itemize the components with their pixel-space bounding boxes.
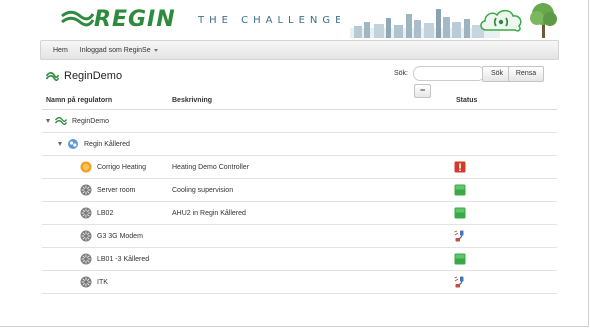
column-header-description[interactable]: Beskrivning <box>172 97 212 104</box>
alarm-status-icon[interactable] <box>454 161 466 173</box>
controller-icon <box>80 276 92 288</box>
tree-row-location[interactable]: Regin Kållered <box>42 133 557 156</box>
controller-icon <box>80 253 92 265</box>
corrigo-icon <box>80 161 92 173</box>
controller-name: Corrigo Heating <box>97 163 147 171</box>
controller-name: ITK <box>97 278 108 286</box>
tree-image <box>530 3 557 38</box>
regin-waves-icon <box>61 10 94 27</box>
column-header-name[interactable]: Namn på regulatorn <box>46 97 112 104</box>
table-row[interactable]: LB02 AHU2 in Regin Kållered <box>42 202 557 225</box>
tagline: THE CHALLENGER <box>198 15 359 26</box>
table-row[interactable]: LB01 -3 Kållered <box>42 248 557 271</box>
ok-status-icon[interactable] <box>454 253 466 265</box>
table-header: Namn på regulatorn Beskrivning Status <box>42 92 557 110</box>
regin-site-icon <box>46 72 59 81</box>
disconnected-plug-icon[interactable] <box>454 230 466 242</box>
expand-toggle-icon[interactable] <box>46 119 50 123</box>
table-row[interactable]: ITK <box>42 271 557 294</box>
tree-node-label: Regin Kållered <box>84 140 130 148</box>
logo-text: REGIN <box>94 6 176 32</box>
controller-icon <box>80 230 92 242</box>
header-banner: REGIN THE CHALLENGER <box>40 0 558 38</box>
table-row[interactable]: Corrigo Heating Heating Demo Controller <box>42 156 557 179</box>
controller-name: LB01 -3 Kållered <box>97 255 150 263</box>
location-group-icon <box>68 139 78 149</box>
controller-table: Namn på regulatorn Beskrivning Status Re… <box>42 92 557 294</box>
controller-description: Heating Demo Controller <box>172 163 250 171</box>
ok-status-icon[interactable] <box>454 207 466 219</box>
table-row[interactable]: G3 3G Modem <box>42 225 557 248</box>
disconnected-plug-icon[interactable] <box>454 276 466 288</box>
top-navbar: Hem Inloggad som ReginSe <box>40 40 559 60</box>
controller-icon <box>80 184 92 196</box>
cloud-connection-icon <box>480 9 522 32</box>
nav-user-label: Inloggad som ReginSe <box>79 46 151 54</box>
controller-icon <box>80 207 92 219</box>
regin-logo[interactable]: REGIN <box>60 6 176 32</box>
table-row[interactable]: Server room Cooling supervision <box>42 179 557 202</box>
expand-toggle-icon[interactable] <box>58 142 62 146</box>
caret-down-icon <box>153 48 158 52</box>
tree-row-site[interactable]: ReginDemo <box>42 110 557 133</box>
tree-node-label: ReginDemo <box>72 117 109 125</box>
column-header-status[interactable]: Status <box>456 97 477 104</box>
controller-name: Server room <box>97 186 136 194</box>
page-title: ReginDemo <box>64 70 123 82</box>
page-header: ReginDemo <box>46 68 122 84</box>
ok-status-icon[interactable] <box>454 184 466 196</box>
controller-description: Cooling supervision <box>172 186 234 194</box>
reset-button[interactable]: Rensa <box>508 66 544 82</box>
nav-home-link[interactable]: Hem <box>41 47 74 54</box>
regin-site-icon <box>55 116 67 126</box>
controller-name: LB02 <box>97 209 114 217</box>
search-label: Sök: <box>394 70 409 77</box>
search-input[interactable] <box>413 66 485 81</box>
controller-name: G3 3G Modem <box>97 232 143 240</box>
controller-description: AHU2 in Regin Kållered <box>172 209 246 217</box>
nav-user-menu[interactable]: Inloggad som ReginSe <box>74 47 164 54</box>
